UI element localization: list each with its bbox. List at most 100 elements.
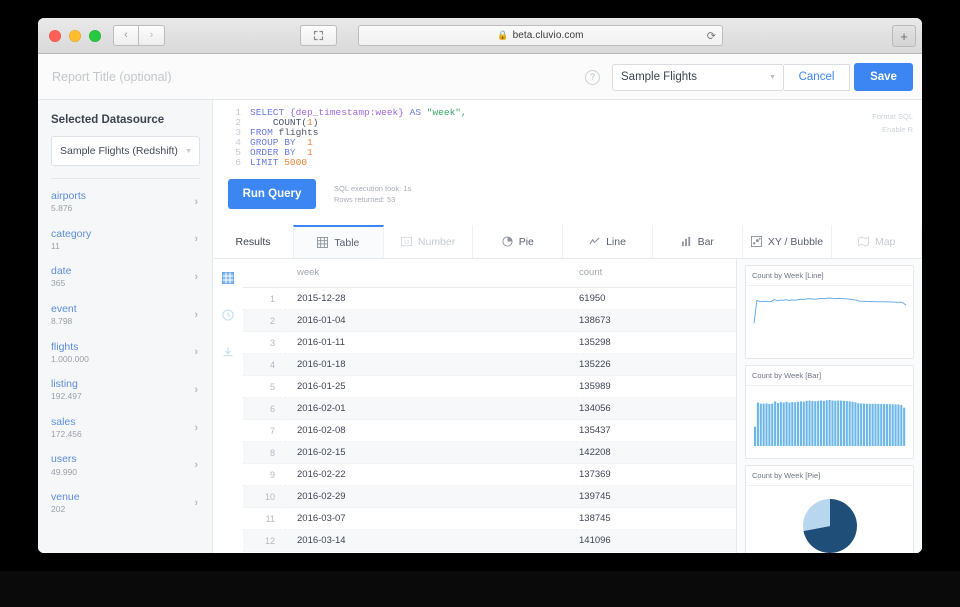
- tab-label: Pie: [519, 236, 534, 248]
- table-row-count: 172.456: [51, 429, 82, 440]
- results-table-wrapper[interactable]: week count 1 2015-12-28 61950: [243, 259, 736, 553]
- sidebar-table-event[interactable]: event 8.798 ›: [51, 296, 200, 334]
- back-button[interactable]: ‹: [113, 25, 139, 46]
- table-name: venue: [51, 490, 80, 504]
- table-name: event: [51, 302, 77, 316]
- fullscreen-icon[interactable]: [300, 25, 337, 46]
- history-clock-icon[interactable]: [222, 308, 234, 326]
- preview-card-line[interactable]: Count by Week [Line]: [745, 265, 914, 359]
- tab-map[interactable]: Map: [832, 225, 922, 258]
- sidebar-datasource-select[interactable]: Sample Flights (Redshift) ▼: [51, 136, 200, 166]
- save-button[interactable]: Save: [854, 63, 913, 91]
- table-name: listing: [51, 377, 82, 391]
- sidebar-table-airports[interactable]: airports 5.876 ›: [51, 183, 200, 221]
- minimize-window-button[interactable]: [69, 30, 81, 42]
- chevron-down-icon: ▼: [769, 74, 776, 81]
- line-number: 6: [225, 158, 241, 168]
- table-name: airports: [51, 189, 86, 203]
- sidebar-table-listing[interactable]: listing 192.497 ›: [51, 371, 200, 409]
- table-row[interactable]: 5 2016-01-25 135989: [243, 376, 736, 398]
- preview-card-pie[interactable]: Count by Week [Pie]: [745, 465, 914, 553]
- mini-pie-chart: [799, 495, 861, 553]
- download-icon[interactable]: [222, 345, 234, 363]
- table-row[interactable]: 9 2016-02-22 137369: [243, 464, 736, 486]
- svg-text:12: 12: [403, 240, 409, 246]
- preview-body-line: [746, 286, 913, 358]
- new-tab-button[interactable]: +: [892, 25, 916, 47]
- sidebar-datasource-value: Sample Flights (Redshift): [60, 145, 178, 157]
- table-row[interactable]: 11 2016-03-07 138745: [243, 508, 736, 530]
- report-title-input[interactable]: Report Title (optional): [52, 70, 172, 84]
- sidebar-table-flights[interactable]: flights 1.000.000 ›: [51, 334, 200, 372]
- cancel-button[interactable]: Cancel: [784, 64, 850, 91]
- desktop-backdrop: [0, 571, 960, 607]
- sidebar-table-category[interactable]: category 11 ›: [51, 221, 200, 259]
- row-index: 6: [243, 398, 285, 420]
- table-row-count: 1.000.000: [51, 354, 89, 365]
- table-row[interactable]: 1 2015-12-28 61950: [243, 288, 736, 310]
- cell-count: 135437: [577, 420, 736, 442]
- table-name: flights: [51, 340, 89, 354]
- row-index: 9: [243, 464, 285, 486]
- results-table-head: week count: [243, 259, 736, 288]
- table-row[interactable]: 2 2016-01-04 138673: [243, 310, 736, 332]
- cell-count: 138745: [577, 508, 736, 530]
- sidebar-table-sales[interactable]: sales 172.456 ›: [51, 409, 200, 447]
- cell-week: 2016-01-25: [285, 376, 577, 398]
- fullscreen-glyph: [313, 30, 324, 41]
- table-row[interactable]: 7 2016-02-08 135437: [243, 420, 736, 442]
- forward-button[interactable]: ›: [139, 25, 165, 46]
- table-row[interactable]: 12 2016-03-14 141096: [243, 530, 736, 552]
- tab-line[interactable]: Line: [563, 225, 653, 258]
- sidebar-table-users[interactable]: users 49.990 ›: [51, 446, 200, 484]
- address-bar[interactable]: 🔒 beta.cluvio.com ⟳: [358, 25, 723, 46]
- tab-results: Results: [213, 225, 293, 258]
- table-row[interactable]: 8 2016-02-15 142208: [243, 442, 736, 464]
- run-query-button[interactable]: Run Query: [228, 179, 316, 209]
- cell-week: 2016-02-29: [285, 486, 577, 508]
- preview-body-pie: [746, 486, 913, 553]
- tab-xy-bubble[interactable]: XY / Bubble: [743, 225, 833, 258]
- cell-count: 138607: [577, 552, 736, 554]
- table-row[interactable]: 3 2016-01-11 135298: [243, 332, 736, 354]
- table-name: date: [51, 264, 71, 278]
- help-icon[interactable]: ?: [585, 70, 600, 85]
- enable-r-link[interactable]: Enable R: [872, 123, 913, 136]
- reload-icon[interactable]: ⟳: [707, 29, 716, 42]
- table-row[interactable]: 6 2016-02-01 134056: [243, 398, 736, 420]
- close-window-button[interactable]: [49, 30, 61, 42]
- tab-label: Number: [418, 236, 455, 248]
- mini-bar-chart: [750, 392, 910, 452]
- browser-chrome: ‹ › 🔒 beta.cluvio.com ⟳ +: [38, 18, 922, 54]
- tab-label: Results: [235, 236, 270, 248]
- cell-count: 137369: [577, 464, 736, 486]
- sidebar-table-venue[interactable]: venue 202 ›: [51, 484, 200, 522]
- table-row[interactable]: 4 2016-01-18 135226: [243, 354, 736, 376]
- sql-code[interactable]: 1SELECT {dep_timestamp:week} AS "week", …: [213, 108, 922, 167]
- preview-card-bar[interactable]: Count by Week [Bar]: [745, 365, 914, 459]
- datasource-dropdown[interactable]: Sample Flights ▼: [612, 64, 784, 91]
- cell-week: 2016-01-11: [285, 332, 577, 354]
- rows-returned: Rows returned: 53: [334, 194, 411, 205]
- cell-count: 141096: [577, 530, 736, 552]
- sql-keyword: LIMIT: [250, 157, 279, 168]
- cell-count: 142208: [577, 442, 736, 464]
- table-row[interactable]: 10 2016-02-29 139745: [243, 486, 736, 508]
- tab-table[interactable]: Table: [293, 225, 384, 258]
- sidebar-table-date[interactable]: date 365 ›: [51, 258, 200, 296]
- column-header-index: [243, 259, 285, 288]
- results-table: week count 1 2015-12-28 61950: [243, 259, 736, 553]
- table-grid-icon[interactable]: [222, 271, 234, 289]
- row-index: 2: [243, 310, 285, 332]
- chevron-right-icon: ›: [194, 497, 198, 509]
- chevron-right-icon: ›: [194, 309, 198, 321]
- format-sql-link[interactable]: Format SQL: [872, 110, 913, 123]
- tab-number[interactable]: 12 Number: [384, 225, 474, 258]
- tab-pie[interactable]: Pie: [473, 225, 563, 258]
- table-row[interactable]: 13 2016-03-21 138607: [243, 552, 736, 554]
- maximize-window-button[interactable]: [89, 30, 101, 42]
- cell-count: 139745: [577, 486, 736, 508]
- line-icon: [589, 236, 600, 247]
- sql-editor[interactable]: 1SELECT {dep_timestamp:week} AS "week", …: [213, 100, 922, 175]
- tab-bar[interactable]: Bar: [653, 225, 743, 258]
